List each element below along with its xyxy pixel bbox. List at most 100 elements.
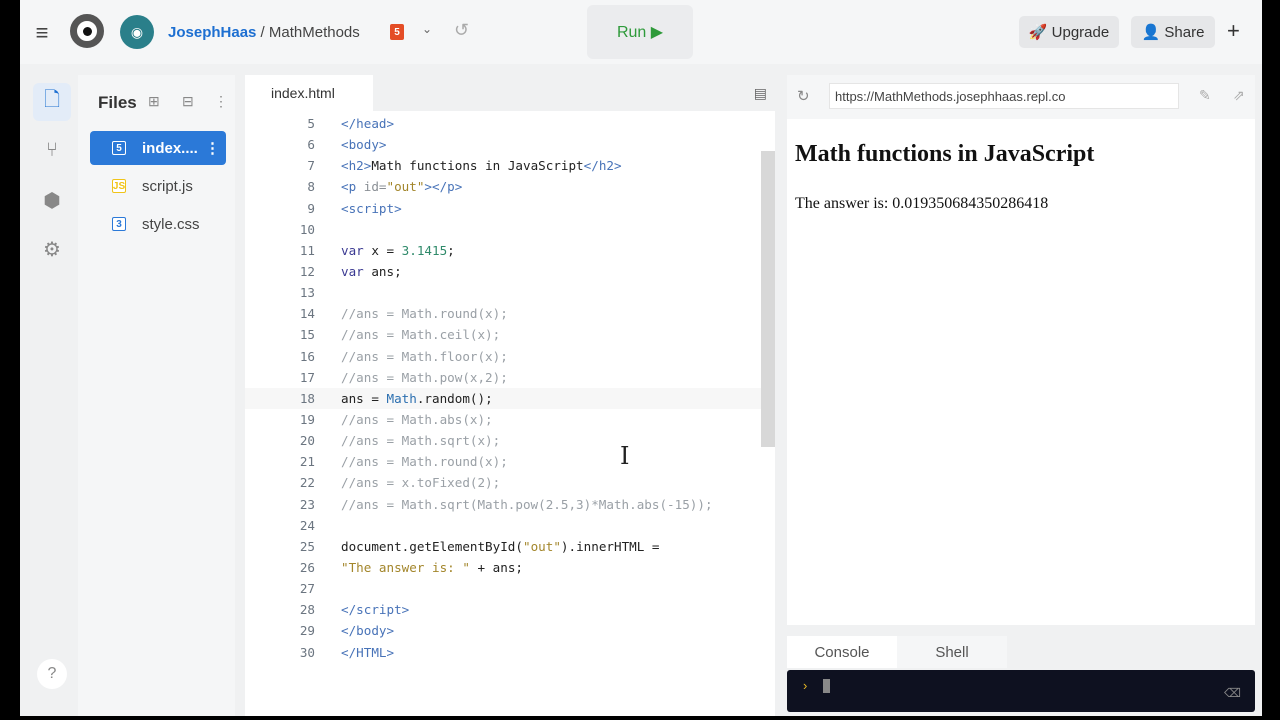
code-line[interactable]: 29 </body>	[245, 620, 765, 641]
line-text: </HTML>	[315, 642, 394, 663]
format-icon[interactable]: ▤	[754, 85, 767, 102]
version-control-icon[interactable]: ⑂	[33, 131, 71, 169]
line-text: //ans = Math.floor(x);	[315, 346, 508, 367]
code-line[interactable]: 21 //ans = Math.round(x);	[245, 451, 765, 472]
url-field[interactable]: https://MathMethods.josephhaas.repl.co	[829, 83, 1179, 109]
tab-index-html[interactable]: index.html	[245, 75, 373, 111]
line-text: //ans = x.toFixed(2);	[315, 472, 500, 493]
code-token: //ans = x.toFixed(2);	[341, 475, 501, 491]
code-line[interactable]: 14 //ans = Math.round(x);	[245, 303, 765, 324]
chevron-down-icon[interactable]: ⌄	[422, 22, 432, 36]
code-token: id=	[363, 179, 387, 195]
code-line[interactable]: 12 var ans;	[245, 261, 765, 282]
user-link[interactable]: JosephHaas	[168, 24, 256, 41]
console-output[interactable]: › ⌫	[787, 670, 1255, 712]
code-line[interactable]: 6 <body>	[245, 134, 765, 155]
tab-console[interactable]: Console	[787, 636, 897, 668]
line-number: 30	[299, 644, 315, 660]
code-line[interactable]: 24	[245, 515, 765, 536]
code-line[interactable]: 30 </HTML>	[245, 642, 765, 663]
file-menu-icon[interactable]: ⋮	[205, 139, 220, 157]
files-panel: Files ⊞ ⊟ ⋮ 5 index.... ⋮ JS script.js 3 style…	[78, 75, 235, 716]
code-line[interactable]: 18 ans = Math.random();	[245, 387, 765, 409]
line-number: 20	[299, 433, 315, 449]
code-line[interactable]: 5 </head>	[245, 113, 765, 134]
file-item[interactable]: 3 style.css	[90, 207, 226, 241]
code-line[interactable]: 9 <script>	[245, 198, 765, 219]
plus-icon[interactable]: +	[1227, 18, 1240, 44]
file-type-icon: 3	[112, 217, 126, 231]
line-text: //ans = Math.round(x);	[315, 451, 508, 472]
code-line[interactable]: 22 //ans = x.toFixed(2);	[245, 472, 765, 493]
repl-avatar[interactable]: ◉	[120, 15, 154, 49]
line-text: //ans = Math.pow(x,2);	[315, 367, 508, 388]
code-line[interactable]: 28 </script>	[245, 599, 765, 620]
line-number: 13	[299, 285, 315, 301]
settings-gear-icon[interactable]: ⚙	[33, 230, 71, 268]
code-line[interactable]: 11 var x = 3.1415;	[245, 240, 765, 261]
code-token: ;	[447, 242, 455, 258]
url-bar: ↻ https://MathMethods.josephhaas.repl.co…	[787, 75, 1255, 119]
code-area[interactable]: 5 </head> 6 <body> 7 <h2>Math functions in Ja…	[245, 113, 765, 663]
file-item[interactable]: 5 index.... ⋮	[90, 131, 226, 165]
share-button[interactable]: 👤 Share	[1131, 16, 1215, 48]
line-number: 18	[299, 390, 315, 406]
code-line[interactable]: 16 //ans = Math.floor(x);	[245, 346, 765, 367]
replit-logo[interactable]	[70, 14, 104, 48]
code-line[interactable]: 13	[245, 282, 765, 303]
code-token: var	[341, 263, 364, 279]
code-line[interactable]: 7 <h2>Math functions in JavaScript</h2>	[245, 155, 765, 176]
code-line[interactable]: 19 //ans = Math.abs(x);	[245, 409, 765, 430]
code-line[interactable]: 26 "The answer is: " + ans;	[245, 557, 765, 578]
line-number: 10	[299, 221, 315, 237]
code-line[interactable]: 17 //ans = Math.pow(x,2);	[245, 367, 765, 388]
editor-tab-bar: index.html ▤	[245, 75, 775, 111]
files-icon[interactable]: 🗋	[33, 83, 71, 121]
packages-icon[interactable]: ⬢	[33, 181, 71, 219]
new-folder-icon[interactable]: ⊟	[182, 93, 194, 110]
code-line[interactable]: 27	[245, 578, 765, 599]
line-number: 14	[299, 306, 315, 322]
hamburger-menu-icon[interactable]: ≡	[32, 20, 52, 46]
line-text	[315, 282, 341, 303]
line-text: "The answer is: " + ans;	[315, 557, 523, 578]
code-line[interactable]: 10	[245, 219, 765, 240]
repl-name[interactable]: MathMethods	[269, 24, 360, 41]
line-text: <script>	[315, 198, 402, 219]
code-line[interactable]: 25 document.getElementById("out").innerHT…	[245, 536, 765, 557]
code-line[interactable]: 20 //ans = Math.sqrt(x);	[245, 430, 765, 451]
clear-console-icon[interactable]: ⌫	[1224, 686, 1241, 700]
code-editor[interactable]: index.html ▤ 5 </head> 6 <body> 7 <h2>Math fu…	[245, 75, 775, 716]
line-text	[315, 578, 341, 599]
file-type-icon: 5	[112, 141, 126, 155]
refresh-icon[interactable]: ↻	[797, 87, 810, 105]
code-token: var	[341, 242, 364, 258]
code-token: >	[386, 116, 395, 131]
editor-scrollbar[interactable]	[761, 151, 775, 447]
code-token: <script>	[341, 200, 402, 216]
file-item[interactable]: JS script.js	[90, 169, 226, 203]
code-line[interactable]: 15 //ans = Math.ceil(x);	[245, 324, 765, 345]
more-options-icon[interactable]: ⋮	[214, 93, 228, 110]
code-line[interactable]: 8 <p id="out"></p>	[245, 176, 765, 197]
new-file-icon[interactable]: ⊞	[148, 93, 160, 110]
line-text	[315, 515, 341, 536]
line-number: 27	[299, 581, 315, 597]
line-number: 21	[299, 454, 315, 470]
code-token: "out"	[386, 179, 425, 195]
line-text: //ans = Math.sqrt(Math.pow(2.5,3)*Math.a…	[315, 494, 713, 515]
upgrade-button[interactable]: 🚀 Upgrade	[1019, 16, 1119, 48]
line-text: </script>	[315, 599, 409, 620]
open-new-tab-icon[interactable]: ⇗	[1233, 87, 1245, 104]
tab-shell[interactable]: Shell	[897, 636, 1007, 668]
history-icon[interactable]: ↺	[454, 20, 469, 41]
file-name: style.css	[142, 215, 200, 233]
edit-icon[interactable]: ✎	[1199, 87, 1211, 104]
run-button[interactable]: Run ▶	[587, 5, 693, 59]
line-number: 25	[299, 538, 315, 554]
line-number: 29	[299, 623, 315, 639]
line-text: <p id="out"></p>	[315, 176, 462, 197]
help-icon[interactable]: ?	[37, 659, 67, 689]
code-line[interactable]: 23 //ans = Math.sqrt(Math.pow(2.5,3)*Math…	[245, 494, 765, 515]
code-token: //ans = Math.floor(x);	[341, 348, 508, 364]
